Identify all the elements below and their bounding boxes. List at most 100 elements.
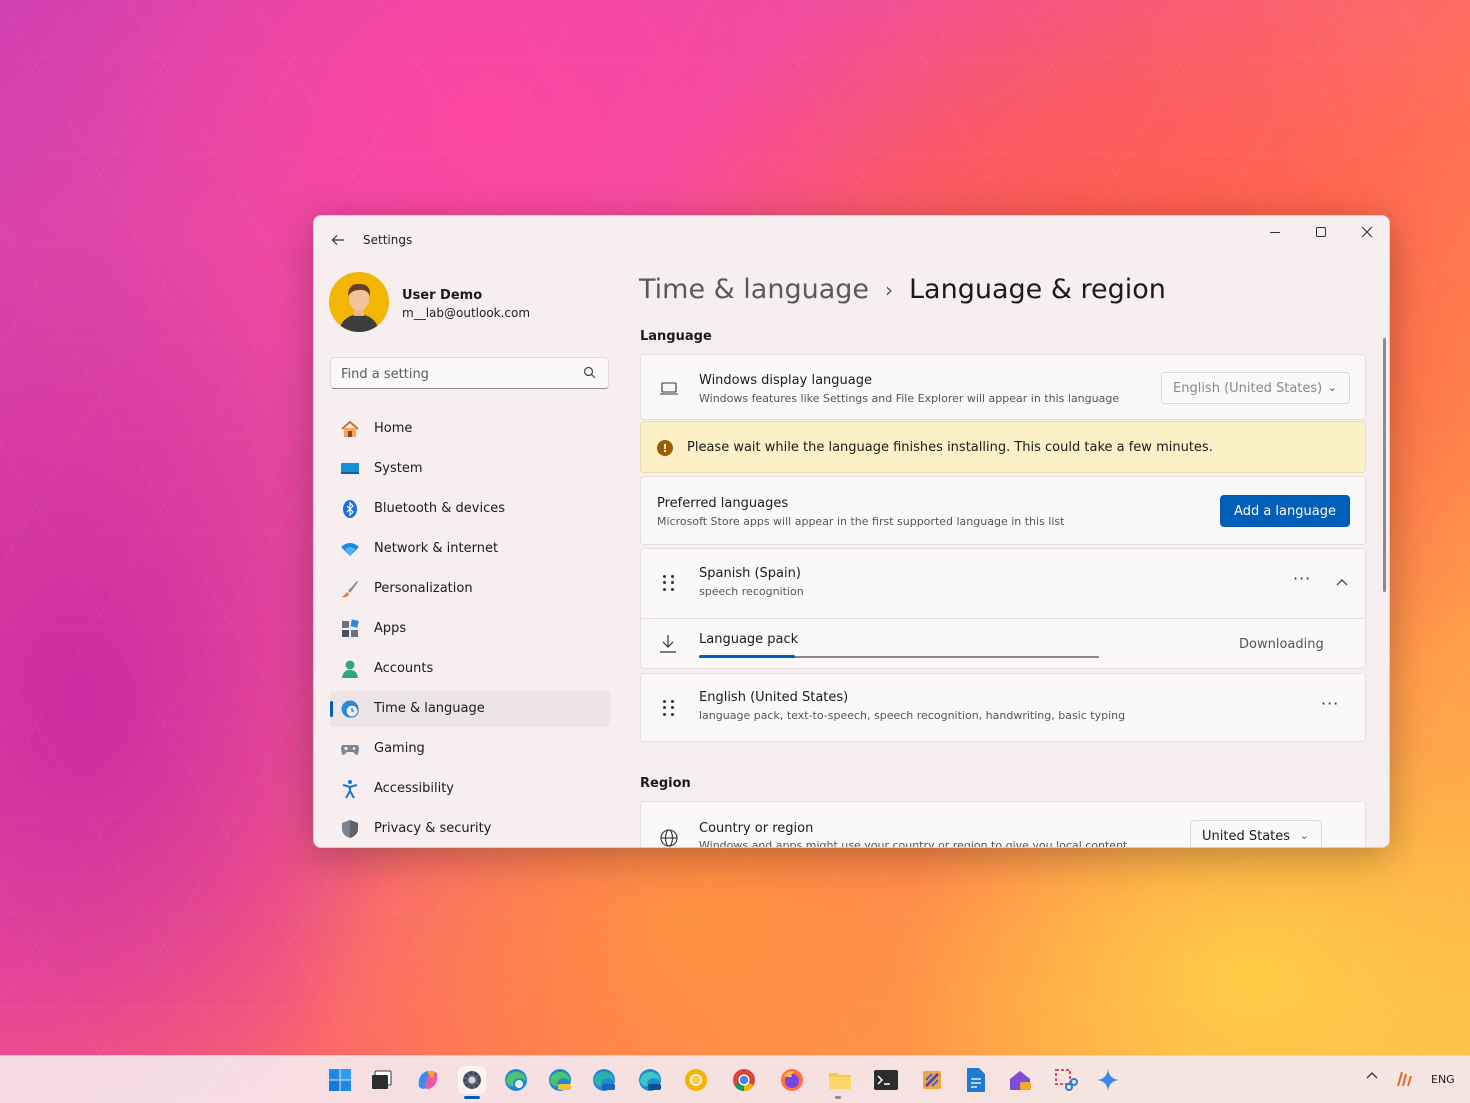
drag-handle-icon[interactable] (663, 575, 675, 591)
sidebar-item-home[interactable]: Home (330, 411, 610, 447)
edge-canary-icon[interactable] (546, 1066, 574, 1094)
input-language-indicator[interactable]: ENG (1431, 1073, 1455, 1086)
sidebar-item-label: Network & internet (374, 541, 499, 556)
country-region-subtitle: Windows and apps might use your country … (699, 839, 1128, 848)
taskbar: ENG (0, 1055, 1470, 1103)
sidebar-item-accessibility[interactable]: Accessibility (330, 771, 610, 807)
sidebar-item-system[interactable]: System (330, 451, 610, 487)
terminal-icon[interactable] (872, 1066, 900, 1094)
settings-icon[interactable] (458, 1066, 486, 1094)
edge-dev-icon[interactable] (636, 1066, 664, 1094)
minimize-icon (1270, 231, 1280, 233)
start-icon[interactable] (326, 1066, 354, 1094)
breadcrumb-parent-link[interactable]: Time & language (639, 274, 869, 305)
display-language-card: Windows display language Windows feature… (640, 354, 1366, 420)
country-region-title: Country or region (699, 821, 814, 836)
sidebar-nav: Home System Bluetooth & devices Network … (330, 411, 610, 847)
sidebar-item-accounts[interactable]: Accounts (330, 651, 610, 687)
sidebar-item-label: Home (374, 421, 413, 436)
page-title: Language & region (909, 274, 1166, 305)
sidebar-item-label: Accessibility (374, 781, 454, 796)
user-email: m__lab@outlook.com (402, 306, 531, 320)
search-input[interactable] (341, 364, 571, 384)
download-progress-bar (699, 655, 1099, 658)
avatar (329, 272, 389, 332)
running-indicator (835, 1096, 841, 1099)
country-region-dropdown[interactable]: United States ⌄ (1190, 820, 1322, 847)
edge-icon[interactable] (502, 1066, 530, 1094)
file-explorer-icon[interactable] (826, 1066, 854, 1094)
sidebar-item-label: Personalization (374, 581, 473, 596)
globe-icon (660, 829, 678, 847)
show-hidden-icons-chevron-up-icon[interactable] (1366, 1070, 1378, 1080)
back-button[interactable] (326, 228, 350, 252)
close-button[interactable] (1344, 216, 1389, 248)
more-options-icon[interactable]: ··· (1293, 569, 1311, 588)
paint-icon[interactable] (918, 1066, 946, 1094)
download-status: Downloading (1239, 637, 1324, 652)
add-language-button[interactable]: Add a language (1220, 495, 1350, 527)
display-language-subtitle: Windows features like Settings and File … (699, 392, 1120, 405)
snipping-tool-icon[interactable] (1052, 1066, 1080, 1094)
chevron-right-icon: › (885, 277, 894, 302)
drag-handle-icon[interactable] (663, 700, 675, 716)
system-icon (340, 459, 360, 479)
sidebar-item-personalization[interactable]: Personalization (330, 571, 610, 607)
firefox-icon[interactable] (778, 1066, 806, 1094)
sidebar-item-label: Accounts (374, 661, 434, 676)
spark-icon[interactable] (1094, 1066, 1122, 1094)
chrome-icon[interactable] (730, 1066, 758, 1094)
laptop-icon (660, 382, 678, 395)
chrome-canary-icon[interactable] (682, 1066, 710, 1094)
language-item-english: English (United States) language pack, t… (640, 673, 1366, 742)
avatar-person-icon (329, 272, 389, 332)
tray-app-icon[interactable] (1396, 1070, 1414, 1088)
sidebar-item-privacy[interactable]: Privacy & security (330, 811, 610, 847)
sidebar-item-apps[interactable]: Apps (330, 611, 610, 647)
maximize-icon (1316, 227, 1326, 237)
warning-icon: ! (657, 440, 673, 456)
maximize-button[interactable] (1298, 216, 1344, 248)
dropdown-value: English (United States) (1173, 380, 1323, 396)
language-features: speech recognition (699, 585, 804, 598)
copilot-icon[interactable] (414, 1066, 442, 1094)
sidebar-item-bluetooth[interactable]: Bluetooth & devices (330, 491, 610, 527)
bluetooth-icon (340, 499, 360, 519)
wifi-icon (340, 539, 360, 559)
warning-text: Please wait while the language finishes … (687, 440, 1213, 455)
title-bar: Settings (314, 216, 1389, 264)
download-progress-fill (699, 655, 795, 658)
edge-beta-icon[interactable] (590, 1066, 618, 1094)
chevron-up-icon[interactable] (1336, 578, 1348, 586)
sidebar-item-label: Privacy & security (374, 821, 492, 836)
home-icon (340, 419, 360, 439)
notepad-icon[interactable] (962, 1066, 990, 1094)
divider (641, 618, 1365, 619)
gamepad-icon (340, 739, 360, 759)
chevron-down-icon: ⌄ (1327, 381, 1337, 394)
sidebar-item-label: Apps (374, 621, 407, 636)
search-box (330, 357, 609, 389)
search-icon[interactable] (582, 365, 598, 381)
chevron-down-icon: ⌄ (1299, 829, 1309, 842)
minimize-button[interactable] (1252, 216, 1298, 248)
language-features: language pack, text-to-speech, speech re… (699, 709, 1126, 722)
settings-window: Settings User Demo m__lab@outlook.com Fi… (313, 215, 1390, 848)
display-language-dropdown[interactable]: English (United States) ⌄ (1161, 372, 1350, 404)
more-options-icon[interactable]: ··· (1321, 694, 1339, 713)
accounts-icon (340, 659, 360, 679)
country-region-card: Country or region Windows and apps might… (640, 801, 1366, 848)
task-view-icon[interactable] (368, 1066, 396, 1094)
section-title-region: Region (640, 776, 691, 791)
user-name: User Demo (402, 288, 483, 303)
sidebar-item-time-language[interactable]: Time & language (330, 691, 610, 727)
scrollbar[interactable] (1383, 338, 1386, 592)
sidebar-item-network[interactable]: Network & internet (330, 531, 610, 567)
sidebar-item-gaming[interactable]: Gaming (330, 731, 610, 767)
app-title: Settings (363, 233, 413, 247)
sidebar-item-label: Bluetooth & devices (374, 501, 505, 516)
language-item-spanish: Spanish (Spain) speech recognition ··· L… (640, 548, 1366, 669)
dev-home-icon[interactable] (1006, 1066, 1034, 1094)
section-title-language: Language (640, 329, 712, 344)
language-pack-title: Language pack (699, 632, 799, 647)
